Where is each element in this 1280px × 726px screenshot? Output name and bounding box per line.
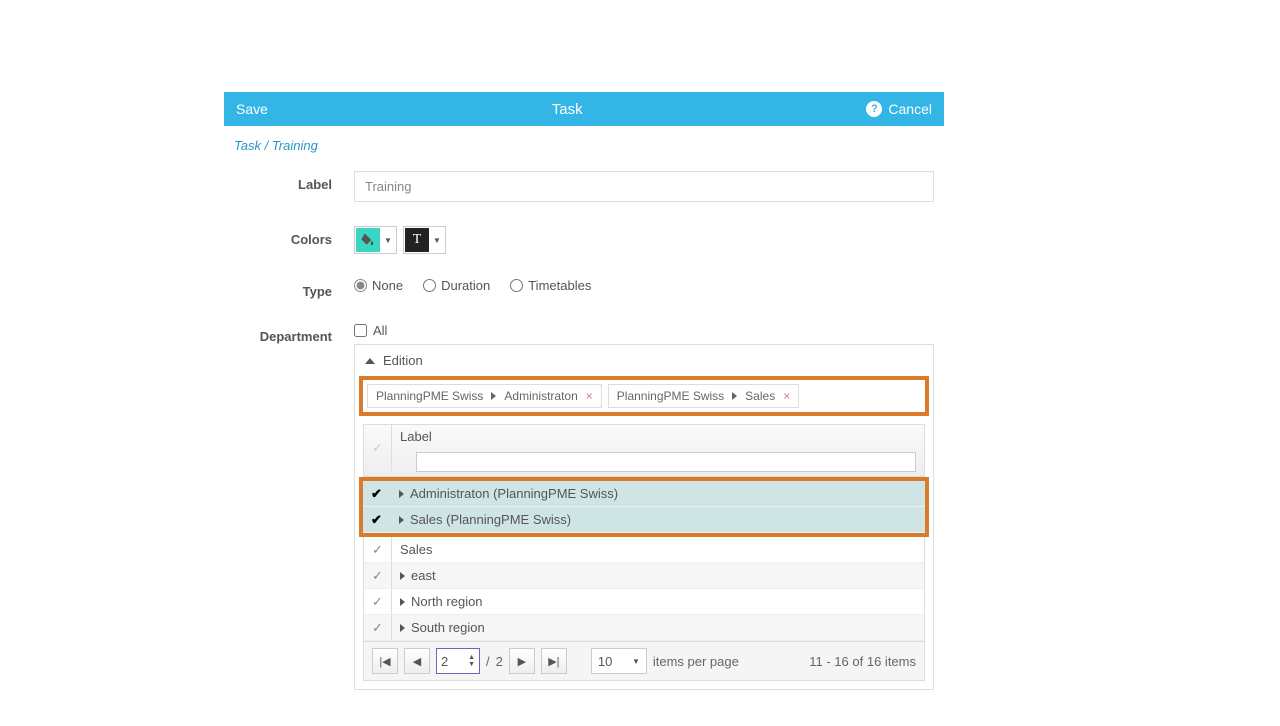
help-icon: ? xyxy=(866,101,882,117)
chip-remove-icon[interactable]: × xyxy=(783,389,790,403)
save-label: Save xyxy=(236,101,268,117)
chevron-down-icon: ▼ xyxy=(380,236,396,245)
table-row[interactable]: ✓ North region xyxy=(363,589,925,615)
row-check-icon[interactable]: ✔ xyxy=(363,507,391,532)
paint-bucket-icon xyxy=(356,228,380,252)
spin-down-icon[interactable]: ▼ xyxy=(468,661,475,668)
row-label: Administraton (PlanningPME Swiss) xyxy=(410,486,618,501)
modal-header: Save Task ? Cancel xyxy=(224,92,944,126)
label-input[interactable] xyxy=(354,171,934,202)
text-icon: T xyxy=(405,228,429,252)
selected-chips: PlanningPME Swiss Administraton × Planni… xyxy=(359,376,929,416)
pager-prev-button[interactable]: ◀ xyxy=(404,648,430,674)
cancel-button[interactable]: ? Cancel xyxy=(866,101,932,117)
chip-dept: Sales xyxy=(745,389,775,403)
expand-icon[interactable] xyxy=(399,516,404,524)
save-button[interactable]: Save xyxy=(236,101,268,117)
page-number: 2 xyxy=(441,654,448,669)
row-label: east xyxy=(411,568,436,583)
row-check-icon[interactable]: ✔ xyxy=(363,481,391,506)
table-row[interactable]: ✔ Sales (PlanningPME Swiss) xyxy=(363,507,925,533)
modal-body: Task / Training Label Colors ▼ xyxy=(224,126,944,726)
pager-next-button[interactable]: ▶ xyxy=(509,648,535,674)
chip-remove-icon[interactable]: × xyxy=(586,389,593,403)
column-header-label[interactable]: Label xyxy=(392,425,924,448)
department-all-label: All xyxy=(373,323,387,338)
row-label: Sales xyxy=(400,542,433,557)
pager-last-button[interactable]: ▶| xyxy=(541,648,567,674)
chevron-down-icon: ▼ xyxy=(632,657,640,666)
radio-input[interactable] xyxy=(510,279,523,292)
row-label: North region xyxy=(411,594,483,609)
page-size-value: 10 xyxy=(598,654,612,669)
row-label: South region xyxy=(411,620,485,635)
chip-org: PlanningPME Swiss xyxy=(617,389,724,403)
table-row[interactable]: ✓ South region xyxy=(363,615,925,641)
task-modal: Save Task ? Cancel Task / Training Label… xyxy=(224,92,944,726)
chip: PlanningPME Swiss Sales × xyxy=(608,384,799,408)
expand-icon[interactable] xyxy=(400,572,405,580)
pager-first-button[interactable]: |◀ xyxy=(372,648,398,674)
chip-dept: Administraton xyxy=(504,389,577,403)
text-color-picker[interactable]: T ▼ xyxy=(403,226,446,254)
highlighted-rows: ✔ Administraton (PlanningPME Swiss) ✔ Sa… xyxy=(359,477,929,537)
page-size-select[interactable]: 10 ▼ xyxy=(591,648,647,674)
items-per-page-label: items per page xyxy=(653,654,739,669)
column-filter-input[interactable] xyxy=(416,452,916,472)
radio-input[interactable] xyxy=(423,279,436,292)
chevron-right-icon xyxy=(491,392,496,400)
pager-total: 2 xyxy=(496,654,503,669)
table-row[interactable]: ✔ Administraton (PlanningPME Swiss) xyxy=(363,481,925,507)
select-all-checkbox[interactable]: ✓ xyxy=(364,425,392,471)
grid-header: ✓ Label xyxy=(363,424,925,477)
department-caption: Department xyxy=(234,323,354,344)
table-row[interactable]: ✓ east xyxy=(363,563,925,589)
radio-input[interactable] xyxy=(354,279,367,292)
chip-org: PlanningPME Swiss xyxy=(376,389,483,403)
row-check-icon[interactable]: ✓ xyxy=(364,537,392,562)
chevron-down-icon: ▼ xyxy=(429,236,445,245)
type-caption: Type xyxy=(234,278,354,299)
row-check-icon[interactable]: ✓ xyxy=(364,589,392,614)
expand-icon[interactable] xyxy=(400,598,405,606)
department-all-checkbox[interactable] xyxy=(354,324,367,337)
breadcrumb[interactable]: Task / Training xyxy=(234,138,934,153)
pager: |◀ ◀ 2 ▲▼ / 2 ▶ ▶| xyxy=(363,641,925,681)
department-panel: Edition PlanningPME Swiss Administraton … xyxy=(354,344,934,690)
radio-label: None xyxy=(372,278,403,293)
type-timetables-radio[interactable]: Timetables xyxy=(510,278,591,293)
bg-color-picker[interactable]: ▼ xyxy=(354,226,397,254)
radio-label: Timetables xyxy=(528,278,591,293)
row-label: Sales (PlanningPME Swiss) xyxy=(410,512,571,527)
colors-caption: Colors xyxy=(234,226,354,247)
expand-icon[interactable] xyxy=(399,490,404,498)
department-grid: ✓ Label ✔ Administraton (PlanningPME Swi… xyxy=(363,424,925,681)
label-caption: Label xyxy=(234,171,354,192)
radio-label: Duration xyxy=(441,278,490,293)
spin-up-icon[interactable]: ▲ xyxy=(468,654,475,661)
chevron-up-icon xyxy=(365,358,375,364)
pager-range: 11 - 16 of 16 items xyxy=(809,654,916,669)
modal-title: Task xyxy=(268,101,866,118)
pager-page-input[interactable]: 2 ▲▼ xyxy=(436,648,480,674)
row-check-icon[interactable]: ✓ xyxy=(364,615,392,640)
expand-icon[interactable] xyxy=(400,624,405,632)
type-duration-radio[interactable]: Duration xyxy=(423,278,490,293)
panel-title: Edition xyxy=(383,353,423,368)
table-row[interactable]: ✓ Sales xyxy=(363,537,925,563)
cancel-label: Cancel xyxy=(888,101,932,117)
chip: PlanningPME Swiss Administraton × xyxy=(367,384,602,408)
pager-sep: / xyxy=(486,654,490,669)
panel-toggle[interactable]: Edition xyxy=(355,345,933,376)
chevron-right-icon xyxy=(732,392,737,400)
type-none-radio[interactable]: None xyxy=(354,278,403,293)
row-check-icon[interactable]: ✓ xyxy=(364,563,392,588)
